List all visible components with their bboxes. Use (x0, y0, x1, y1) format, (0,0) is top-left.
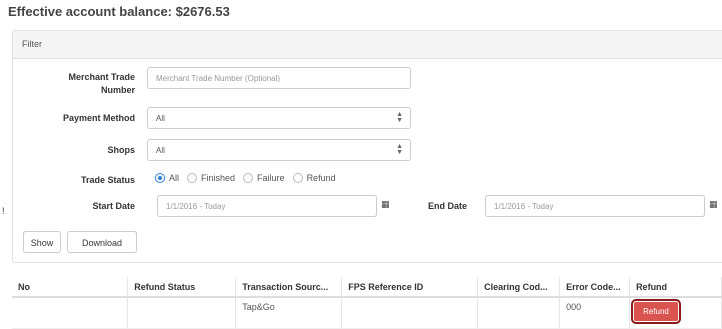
payment-method-select[interactable]: All ▲ ▼ (147, 107, 411, 129)
show-button[interactable]: Show (23, 231, 61, 253)
col-fps-reference-id[interactable]: FPS Reference ID (341, 277, 479, 298)
cell-refund: Refund (629, 297, 722, 329)
radio-all[interactable]: All (155, 173, 179, 183)
radio-button[interactable] (187, 173, 198, 183)
col-clearing-code[interactable]: Clearing Cod... (477, 277, 561, 298)
cell-clearing-code (477, 297, 561, 329)
select-caret-icon: ▲ ▼ (396, 143, 403, 156)
edge-mark: ! (2, 206, 5, 216)
col-refund-status[interactable]: Refund Status (127, 277, 237, 298)
col-no[interactable]: No (12, 277, 129, 298)
cell-fps-reference-id (341, 297, 479, 329)
end-date-input[interactable]: 1/1/2016 - Today (485, 195, 705, 217)
calendar-icon[interactable]: ▦ (709, 199, 718, 210)
shops-value: All (156, 146, 165, 155)
merchant-trade-label: Merchant Trade Number (68, 72, 135, 95)
payment-method-value: All (156, 114, 165, 123)
select-caret-icon: ▲ ▼ (396, 111, 403, 124)
radio-refund[interactable]: Refund (292, 173, 336, 183)
radio-button[interactable] (292, 173, 303, 183)
cell-error-code: 000 (559, 297, 631, 329)
col-refund[interactable]: Refund (629, 277, 722, 298)
radio-button[interactable] (243, 173, 254, 183)
cell-transaction-source: Tap&Go (235, 297, 343, 329)
download-button[interactable]: Download (67, 231, 137, 253)
start-date-input[interactable]: 1/1/2016 - Today (157, 195, 377, 217)
start-date-label: Start Date (92, 201, 135, 211)
radio-finished[interactable]: Finished (187, 173, 235, 183)
transactions-table: No Refund Status Transaction Sourc... FP… (12, 277, 722, 329)
radio-button-selected[interactable] (155, 173, 165, 183)
payment-method-label: Payment Method (62, 113, 135, 123)
trade-status-radios: All Finished Failure Refund (155, 173, 344, 183)
col-error-code[interactable]: Error Code... (559, 277, 631, 298)
table-row: Tap&Go 000 Refund (12, 297, 722, 329)
radio-failure[interactable]: Failure (243, 173, 285, 183)
refund-button[interactable]: Refund (631, 299, 681, 324)
calendar-icon[interactable]: ▦ (381, 199, 390, 210)
cell-refund-status (127, 297, 237, 329)
cell-no (12, 297, 129, 329)
filter-header: Filter (13, 31, 722, 59)
end-date-label: End Date (427, 201, 467, 211)
trade-status-label: Trade Status (80, 175, 135, 185)
table-header-row: No Refund Status Transaction Sourc... FP… (12, 277, 722, 298)
merchant-trade-input[interactable]: Merchant Trade Number (Optional) (147, 67, 411, 89)
col-transaction-source[interactable]: Transaction Sourc... (235, 277, 343, 298)
filter-panel: Filter Merchant Trade Number Merchant Tr… (12, 30, 722, 263)
effective-balance: Effective account balance: $2676.53 (8, 4, 230, 19)
shops-label: Shops (107, 145, 135, 155)
shops-select[interactable]: All ▲ ▼ (147, 139, 411, 161)
